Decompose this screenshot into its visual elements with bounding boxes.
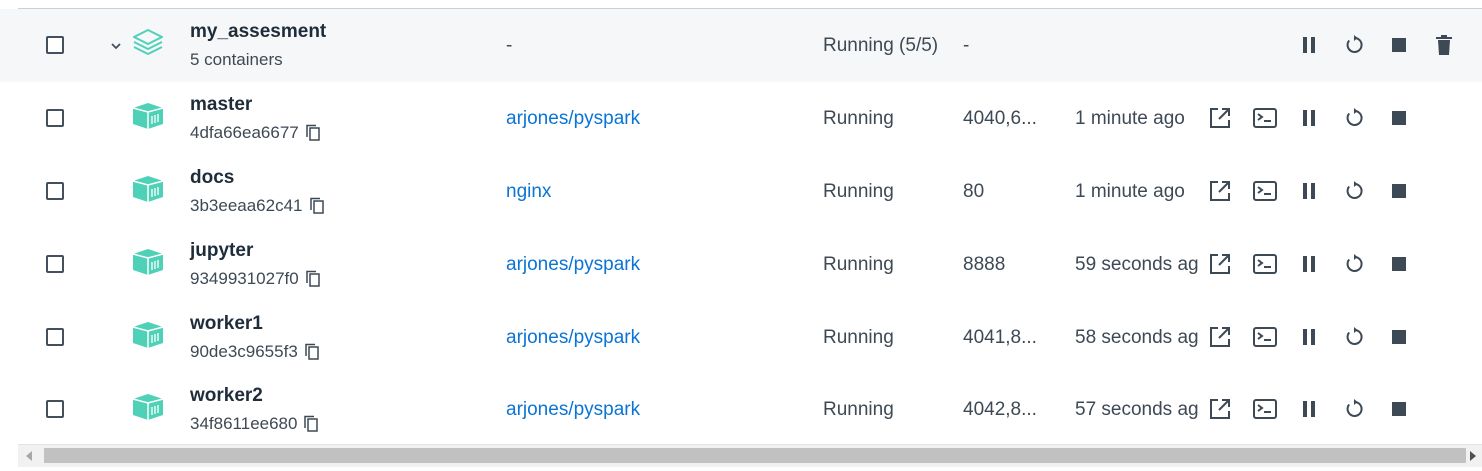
stop-icon[interactable] [1386, 324, 1412, 350]
open-in-browser-icon[interactable] [1207, 251, 1233, 277]
table-row[interactable]: docs 3b3eeaa62c41 nginx Running 80 1 min… [0, 155, 1482, 228]
container-id: 34f8611ee680 [190, 414, 319, 434]
open-in-browser-icon[interactable] [1207, 324, 1233, 350]
group-checkbox[interactable] [46, 36, 64, 54]
container-started: 57 seconds ag [1075, 399, 1199, 420]
table-row[interactable]: worker1 90de3c9655f3 arjones/pyspark Run… [0, 301, 1482, 374]
terminal-icon[interactable] [1252, 251, 1278, 277]
container-name[interactable]: worker2 [190, 385, 263, 407]
image-link[interactable]: arjones/pyspark [506, 108, 640, 130]
open-in-browser-icon[interactable] [1207, 178, 1233, 204]
stop-icon[interactable] [1386, 32, 1412, 58]
chevron-down-icon[interactable] [109, 39, 123, 53]
open-in-browser-icon[interactable] [1207, 396, 1233, 422]
layers-icon [131, 27, 165, 57]
container-started: 1 minute ago [1075, 181, 1185, 202]
stop-icon[interactable] [1386, 251, 1412, 277]
terminal-icon[interactable] [1252, 105, 1278, 131]
container-name[interactable]: master [190, 94, 252, 116]
terminal-icon[interactable] [1252, 178, 1278, 204]
container-status: Running [823, 254, 894, 275]
container-id-text: 3b3eeaa62c41 [190, 196, 303, 215]
group-status: Running (5/5) [823, 35, 939, 56]
delete-icon[interactable] [1431, 32, 1457, 58]
table-row[interactable]: jupyter 9349931027f0 arjones/pyspark Run… [0, 228, 1482, 301]
container-ports[interactable]: 4042,8... [963, 399, 1048, 421]
terminal-icon[interactable] [1252, 324, 1278, 350]
container-id: 90de3c9655f3 [190, 342, 320, 362]
pause-icon[interactable] [1296, 32, 1322, 58]
container-id: 4dfa66ea6677 [190, 123, 321, 143]
group-image: - [506, 35, 513, 56]
container-ports[interactable]: 80 [963, 181, 1048, 203]
row-checkbox[interactable] [46, 182, 64, 200]
scrollbar-thumb[interactable] [44, 448, 1466, 463]
group-row[interactable]: my_assesment 5 containers - Running (5/5… [0, 9, 1482, 82]
image-link[interactable]: arjones/pyspark [506, 254, 640, 276]
container-started: 58 seconds ag [1075, 327, 1199, 348]
scroll-right-arrow-icon[interactable] [1470, 451, 1476, 461]
row-checkbox[interactable] [46, 328, 64, 346]
container-status: Running [823, 108, 894, 129]
terminal-icon[interactable] [1252, 396, 1278, 422]
stop-icon[interactable] [1386, 105, 1412, 131]
copy-icon[interactable] [305, 124, 321, 142]
container-icon [131, 321, 165, 351]
pause-icon[interactable] [1296, 396, 1322, 422]
container-id: 9349931027f0 [190, 269, 321, 289]
table-row[interactable]: master 4dfa66ea6677 arjones/pyspark Runn… [0, 82, 1482, 155]
image-link[interactable]: nginx [506, 181, 551, 203]
pause-icon[interactable] [1296, 178, 1322, 204]
row-checkbox[interactable] [46, 109, 64, 127]
container-icon [131, 102, 165, 132]
group-container-count: 5 containers [190, 50, 283, 69]
image-link[interactable]: arjones/pyspark [506, 327, 640, 349]
restart-icon[interactable] [1341, 32, 1367, 58]
container-icon [131, 175, 165, 205]
container-name[interactable]: docs [190, 167, 234, 189]
copy-icon[interactable] [303, 415, 319, 433]
container-id-text: 4dfa66ea6677 [190, 123, 299, 142]
copy-icon[interactable] [305, 270, 321, 288]
container-id-text: 34f8611ee680 [190, 414, 298, 433]
copy-icon[interactable] [304, 343, 320, 361]
container-id-text: 9349931027f0 [190, 269, 299, 288]
scroll-left-arrow-icon[interactable] [26, 451, 32, 461]
container-status: Running [823, 181, 894, 202]
restart-icon[interactable] [1341, 178, 1367, 204]
container-ports[interactable]: 8888 [963, 254, 1048, 276]
container-started: 1 minute ago [1075, 108, 1185, 129]
pause-icon[interactable] [1296, 251, 1322, 277]
container-icon [131, 393, 165, 423]
stop-icon[interactable] [1386, 178, 1412, 204]
open-in-browser-icon[interactable] [1207, 105, 1233, 131]
container-started: 59 seconds ag [1075, 254, 1199, 275]
group-ports: - [963, 35, 970, 56]
pause-icon[interactable] [1296, 105, 1322, 131]
container-ports[interactable]: 4041,8... [963, 327, 1048, 349]
restart-icon[interactable] [1341, 251, 1367, 277]
container-icon [131, 248, 165, 278]
stop-icon[interactable] [1386, 396, 1412, 422]
containers-table: my_assesment 5 containers - Running (5/5… [0, 9, 1482, 445]
restart-icon[interactable] [1341, 105, 1367, 131]
row-checkbox[interactable] [46, 400, 64, 418]
pause-icon[interactable] [1296, 324, 1322, 350]
container-id: 3b3eeaa62c41 [190, 196, 325, 216]
container-ports[interactable]: 4040,6... [963, 108, 1048, 130]
container-id-text: 90de3c9655f3 [190, 342, 298, 361]
container-status: Running [823, 399, 894, 420]
table-row[interactable]: worker2 34f8611ee680 arjones/pyspark Run… [0, 374, 1482, 447]
image-link[interactable]: arjones/pyspark [506, 399, 640, 421]
container-name[interactable]: jupyter [190, 240, 253, 262]
restart-icon[interactable] [1341, 396, 1367, 422]
restart-icon[interactable] [1341, 324, 1367, 350]
row-checkbox[interactable] [46, 255, 64, 273]
copy-icon[interactable] [309, 197, 325, 215]
horizontal-scrollbar[interactable] [18, 444, 1482, 467]
group-name[interactable]: my_assesment [190, 21, 326, 43]
container-name[interactable]: worker1 [190, 313, 263, 335]
container-status: Running [823, 327, 894, 348]
